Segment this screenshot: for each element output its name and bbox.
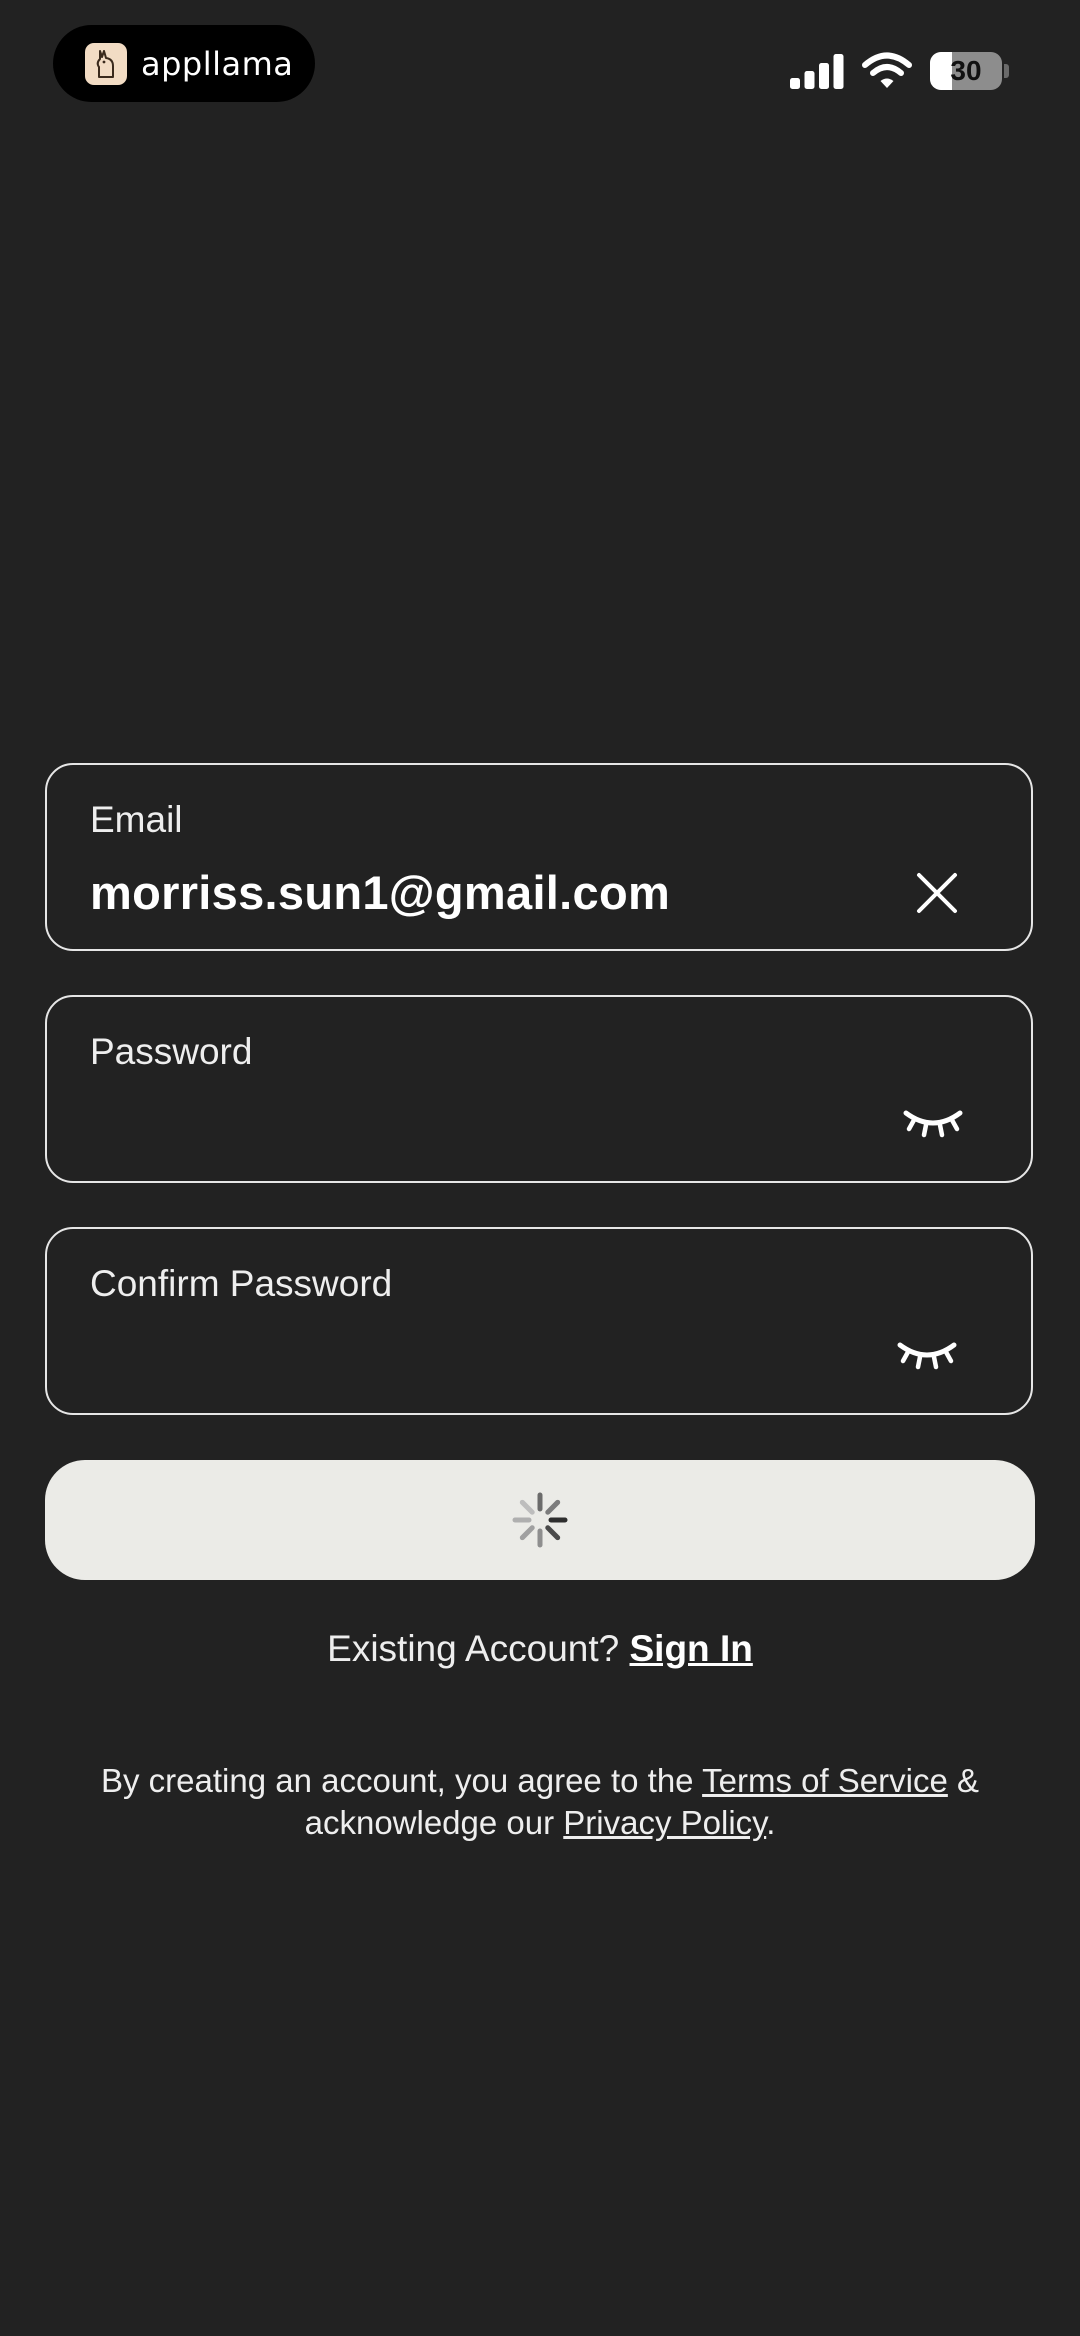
- privacy-policy-link[interactable]: Privacy Policy: [563, 1804, 766, 1841]
- clear-icon[interactable]: [913, 869, 961, 917]
- app-name: appllama: [141, 44, 294, 83]
- battery-icon: 30: [930, 52, 1002, 90]
- battery-percentage: 30: [950, 55, 982, 86]
- email-value[interactable]: morriss.sun1@gmail.com: [90, 865, 670, 920]
- legal-ampersand: &: [957, 1762, 980, 1799]
- sign-in-link[interactable]: Sign In: [630, 1628, 753, 1669]
- loading-spinner-icon: [512, 1492, 568, 1548]
- battery-nub: [1004, 64, 1009, 78]
- eye-closed-icon[interactable]: [901, 1105, 965, 1141]
- legal-period: .: [766, 1804, 776, 1841]
- password-label: Password: [90, 1031, 253, 1072]
- legal-text-2: acknowledge our: [304, 1804, 555, 1841]
- password-field[interactable]: Password: [45, 995, 1033, 1183]
- eye-closed-icon[interactable]: [895, 1337, 959, 1373]
- legal-notice: By creating an account, you agree to the…: [0, 1760, 1080, 1844]
- app-indicator-pill[interactable]: appllama: [53, 25, 315, 102]
- legal-line-2: acknowledge our Privacy Policy.: [0, 1802, 1080, 1844]
- sign-in-prompt-text: Existing Account?: [327, 1628, 620, 1669]
- legal-text-1: By creating an account, you agree to the: [100, 1762, 694, 1799]
- email-label: Email: [90, 799, 183, 840]
- appllama-logo-icon: [85, 42, 127, 85]
- cellular-signal-icon: [790, 54, 844, 89]
- wifi-icon: [862, 52, 912, 88]
- create-account-button[interactable]: [45, 1460, 1035, 1580]
- terms-of-service-link[interactable]: Terms of Service: [702, 1762, 948, 1799]
- status-bar: appllama 30: [0, 0, 1080, 120]
- confirm-password-field[interactable]: Confirm Password: [45, 1227, 1033, 1415]
- sign-in-prompt: Existing Account? Sign In: [0, 1628, 1080, 1670]
- legal-line-1: By creating an account, you agree to the…: [0, 1760, 1080, 1802]
- confirm-password-label: Confirm Password: [90, 1263, 393, 1304]
- email-field[interactable]: Email morriss.sun1@gmail.com: [45, 763, 1033, 951]
